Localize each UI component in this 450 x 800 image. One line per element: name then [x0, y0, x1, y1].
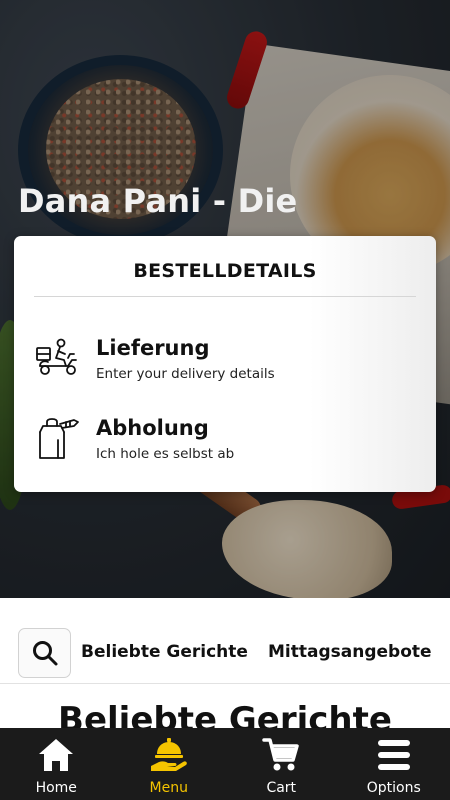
delivery-option-label: Lieferung — [96, 336, 210, 360]
home-icon — [39, 739, 74, 771]
nav-cart-label: Cart — [266, 780, 297, 796]
restaurant-title: Dana Pani - Die — [18, 182, 298, 220]
nav-home[interactable]: Home — [0, 728, 113, 800]
order-details-modal: BESTELLDETAILS Lieferung Enter your deli… — [14, 236, 436, 492]
nav-menu[interactable]: Menu — [113, 728, 226, 800]
nav-options-label: Options — [366, 780, 421, 796]
nav-menu-label: Menu — [149, 780, 188, 796]
menu-serving-icon — [150, 738, 187, 771]
pickup-option-sub: Ich hole es selbst ab — [96, 446, 235, 462]
category-tab-popular[interactable]: Beliebte Gerichte — [81, 642, 248, 662]
pickup-option-label: Abholung — [96, 416, 209, 440]
nav-home-label: Home — [35, 780, 77, 796]
search-icon — [32, 641, 57, 666]
nav-options[interactable]: Options — [338, 728, 450, 800]
category-strip: Beliebte Gerichte Mittagsangebote — [0, 598, 450, 684]
nav-cart[interactable]: Cart — [225, 728, 338, 800]
ginger-image — [222, 500, 392, 598]
cart-icon — [262, 738, 299, 771]
takeaway-bag-icon — [39, 418, 79, 459]
category-tab-lunch[interactable]: Mittagsangebote — [268, 642, 432, 662]
hamburger-icon — [377, 740, 410, 770]
modal-title: BESTELLDETAILS — [133, 260, 317, 282]
delivery-option-sub: Enter your delivery details — [96, 366, 275, 382]
search-button[interactable] — [18, 628, 71, 678]
delivery-option[interactable]: Lieferung Enter your delivery details — [34, 326, 416, 390]
delivery-scooter-icon — [36, 338, 77, 375]
bottom-nav: Home Menu Cart Options — [0, 728, 450, 800]
modal-divider — [34, 296, 416, 297]
pickup-option[interactable]: Abholung Ich hole es selbst ab — [34, 406, 416, 470]
chili-image — [224, 28, 270, 112]
